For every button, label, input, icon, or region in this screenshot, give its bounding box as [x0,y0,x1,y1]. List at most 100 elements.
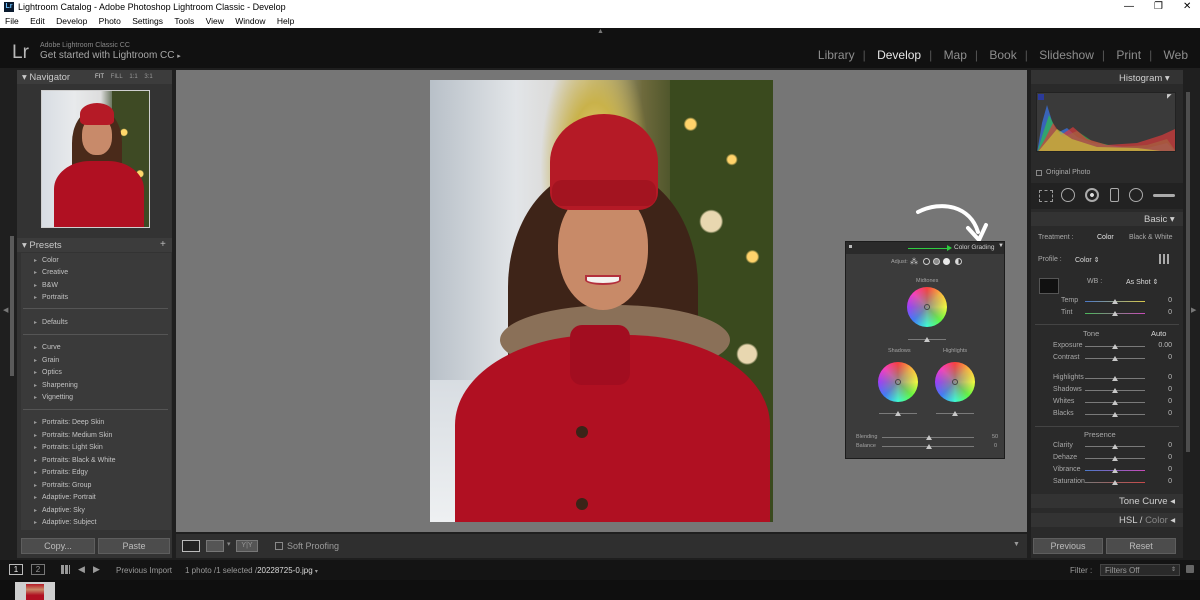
blacks-knob[interactable] [1112,412,1118,417]
preset-grain[interactable]: Grain [34,357,59,364]
whites-value[interactable]: 0 [1152,398,1172,405]
temp-knob[interactable] [1112,299,1118,304]
shadows-value[interactable]: 0 [1152,386,1172,393]
swap-icon[interactable]: Y|Y [236,540,258,552]
view-midtones-icon[interactable] [933,258,940,265]
shadows-knob[interactable] [1112,388,1118,393]
reset-button[interactable]: Reset [1106,538,1176,554]
right-panel-collapse-icon[interactable]: ▶ [1191,306,1196,314]
whites-knob[interactable] [1112,400,1118,405]
menu-develop[interactable]: Develop [56,16,87,26]
module-web[interactable]: Web [1158,48,1194,62]
previous-button[interactable]: Previous [1033,538,1103,554]
view-shadows-icon[interactable] [923,258,930,265]
loupe-view-icon[interactable] [182,540,200,552]
module-book[interactable]: Book [983,48,1022,62]
white-balance-picker-icon[interactable] [1039,278,1059,294]
profile-browser-icon[interactable] [1159,254,1169,264]
zoom-fit[interactable]: FIT [95,74,104,80]
preset-sharpening[interactable]: Sharpening [34,382,78,389]
auto-button[interactable]: Auto [1151,329,1166,338]
menu-photo[interactable]: Photo [99,16,121,26]
preset-portraits-bw[interactable]: Portraits: Black & White [34,457,116,464]
left-panel-collapse-icon[interactable]: ◀ [3,306,8,314]
toolbar-menu-icon[interactable]: ▼ [1013,541,1020,548]
dehaze-knob[interactable] [1112,456,1118,461]
filter-toggle-icon[interactable] [1186,565,1194,573]
preset-vignetting[interactable]: Vignetting [34,394,73,401]
zoom-3-1[interactable]: 3:1 [144,74,152,80]
clarity-value[interactable]: 0 [1152,442,1172,449]
preset-curve[interactable]: Curve [34,344,61,351]
menu-window[interactable]: Window [235,16,265,26]
preset-adaptive-subject[interactable]: Adaptive: Subject [34,519,96,526]
preset-optics[interactable]: Optics [34,369,62,376]
minimize-icon[interactable]: — [1124,0,1134,14]
window-1-button[interactable]: 1 [9,564,23,575]
original-photo-checkbox[interactable] [1036,170,1042,176]
preset-portraits-group[interactable]: Portraits: Group [34,482,91,489]
preset-creative[interactable]: Creative [34,269,68,276]
highlights-luminance-knob[interactable] [952,411,958,416]
dehaze-value[interactable]: 0 [1152,454,1172,461]
radial-filter-icon[interactable] [1129,188,1143,202]
menu-view[interactable]: View [206,16,224,26]
menu-edit[interactable]: Edit [30,16,45,26]
exposure-knob[interactable] [1112,344,1118,349]
shadows-luminance-knob[interactable] [895,411,901,416]
vibrance-knob[interactable] [1112,468,1118,473]
maximize-icon[interactable]: ❐ [1154,0,1163,14]
treatment-bw[interactable]: Black & White [1129,234,1173,241]
module-library[interactable]: Library [812,48,861,62]
module-map[interactable]: Map [938,48,973,62]
spot-removal-icon[interactable] [1061,188,1075,202]
vibrance-value[interactable]: 0 [1152,466,1172,473]
filmstrip-thumbnail[interactable] [15,582,55,600]
preset-portraits-edgy[interactable]: Portraits: Edgy [34,469,88,476]
copy-button[interactable]: Copy... [21,538,95,554]
preset-bw[interactable]: B&W [34,282,58,289]
crop-tool-icon[interactable] [1039,190,1053,202]
zoom-1-1[interactable]: 1:1 [129,74,137,80]
saturation-knob[interactable] [1112,480,1118,485]
shadow-clipping-icon[interactable] [1038,94,1044,100]
temp-value[interactable]: 0 [1152,297,1172,304]
profile-select[interactable]: Color ⇕ [1075,256,1100,264]
view-global-icon[interactable] [955,258,962,265]
midtones-luminance-knob[interactable] [924,337,930,342]
forward-arrow-icon[interactable]: ▶ [93,564,100,575]
clarity-knob[interactable] [1112,444,1118,449]
highlight-clipping-icon[interactable]: ◤ [1167,93,1172,100]
preset-portraits[interactable]: Portraits [34,294,68,301]
menu-help[interactable]: Help [277,16,294,26]
preset-portraits-deep-skin[interactable]: Portraits: Deep Skin [34,419,104,426]
source-label[interactable]: Previous Import [116,566,172,575]
saturation-value[interactable]: 0 [1152,478,1172,485]
view-highlights-icon[interactable] [943,258,950,265]
contrast-value[interactable]: 0 [1152,354,1172,361]
blacks-value[interactable]: 0 [1152,410,1172,417]
grid-icon[interactable] [61,565,70,574]
module-print[interactable]: Print [1110,48,1147,62]
adjustment-brush-icon[interactable] [1153,194,1175,197]
filename[interactable]: 20228725-0.jpg [257,566,313,575]
masking-icon[interactable] [1110,188,1119,202]
module-slideshow[interactable]: Slideshow [1033,48,1100,62]
view-three-way-icon[interactable]: ⁂ [910,257,918,266]
close-icon[interactable]: ✕ [1183,0,1191,14]
before-after-icon[interactable] [206,540,224,552]
paste-button[interactable]: Paste [98,538,170,554]
blending-knob[interactable] [926,435,932,440]
tint-value[interactable]: 0 [1152,309,1172,316]
filter-select[interactable]: Filters Off ⇕ [1100,564,1180,576]
preset-defaults[interactable]: Defaults [34,319,68,326]
preset-adaptive-portrait[interactable]: Adaptive: Portrait [34,494,96,501]
module-develop[interactable]: Develop [871,48,927,62]
before-after-dropdown-icon[interactable]: ▾ [227,540,231,548]
left-scrollbar[interactable] [10,236,14,376]
balance-knob[interactable] [926,444,932,449]
right-scrollbar[interactable] [1186,92,1190,452]
wb-select[interactable]: As Shot ⇕ [1126,278,1158,286]
tint-knob[interactable] [1112,311,1118,316]
menu-settings[interactable]: Settings [132,16,163,26]
